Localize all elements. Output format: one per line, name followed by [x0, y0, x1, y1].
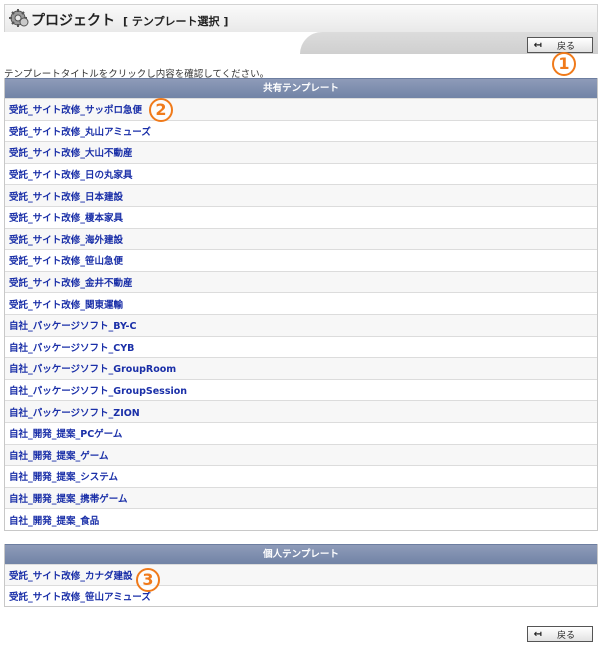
callout-marker: 1 — [552, 52, 576, 76]
template-link[interactable]: 受託_サイト改修_大山不動産 — [9, 145, 133, 159]
page-header: プロジェクト [ テンプレート選択 ] — [4, 4, 598, 32]
page-title-text: プロジェクト — [31, 13, 115, 29]
template-row: 受託_サイト改修_笹山アミューズ — [5, 585, 597, 606]
template-link[interactable]: 自社_開発_提案_システム — [9, 469, 118, 483]
template-row: 受託_サイト改修_関東運輸 — [5, 292, 597, 314]
shared-template-table: 共有テンプレート 受託_サイト改修_サッポロ急便 受託_サイト改修_丸山アミューズ… — [4, 78, 598, 531]
template-row: 受託_サイト改修_金井不動産 — [5, 270, 597, 293]
back-button-top[interactable]: ↤ 戻る — [527, 37, 593, 53]
template-link[interactable]: 自社_パッケージソフト_BY-C — [9, 318, 136, 332]
template-link[interactable]: 自社_パッケージソフト_GroupSession — [9, 383, 187, 397]
template-row: 自社_パッケージソフト_GroupSession — [5, 378, 597, 401]
back-button-label: 戻る — [556, 41, 575, 52]
template-row: 受託_サイト改修_大山不動産 — [5, 141, 597, 163]
template-link[interactable]: 受託_サイト改修_日本建設 — [9, 189, 123, 203]
back-button-label: 戻る — [556, 630, 575, 641]
template-link[interactable]: 自社_開発_提案_携帯ゲーム — [9, 491, 127, 505]
project-gear-icon — [9, 9, 29, 27]
template-link[interactable]: 受託_サイト改修_笹山アミューズ — [9, 589, 151, 603]
shared-template-heading: 共有テンプレート — [5, 78, 597, 98]
page-subtitle: [ テンプレート選択 ] — [123, 15, 229, 28]
callout-marker: 2 — [149, 98, 173, 122]
template-row: 自社_開発_提案_食品 — [5, 508, 597, 530]
template-link[interactable]: 受託_サイト改修_海外建設 — [9, 232, 123, 246]
template-row: 自社_開発_提案_システム — [5, 465, 597, 487]
template-link[interactable]: 自社_パッケージソフト_GroupRoom — [9, 361, 176, 375]
template-row: 受託_サイト改修_丸山アミューズ — [5, 119, 597, 142]
callout-marker: 3 — [136, 568, 160, 592]
template-link[interactable]: 自社_開発_提案_PCゲーム — [9, 426, 122, 440]
template-row: 受託_サイト改修_笹山急便 — [5, 249, 597, 271]
template-row: 受託_サイト改修_カナダ建設 — [5, 564, 597, 585]
template-link[interactable]: 受託_サイト改修_笹山急便 — [9, 253, 123, 267]
template-row: 自社_パッケージソフト_CYB — [5, 335, 597, 358]
template-link[interactable]: 自社_開発_提案_食品 — [9, 513, 99, 527]
template-link[interactable]: 受託_サイト改修_日の丸家具 — [9, 167, 133, 181]
back-arrow-icon: ↤ — [533, 628, 543, 640]
template-row: 自社_パッケージソフト_ZION — [5, 400, 597, 422]
page-title: プロジェクト [ テンプレート選択 ] — [31, 10, 228, 30]
back-arrow-icon: ↤ — [533, 39, 543, 51]
template-row: 自社_パッケージソフト_GroupRoom — [5, 357, 597, 379]
back-button-bottom[interactable]: ↤ 戻る — [527, 626, 593, 642]
template-link[interactable]: 受託_サイト改修_カナダ建設 — [9, 568, 133, 582]
template-row: 受託_サイト改修_榎本家具 — [5, 205, 597, 228]
template-link[interactable]: 自社_パッケージソフト_CYB — [9, 340, 134, 354]
template-row: 自社_開発_提案_PCゲーム — [5, 421, 597, 444]
personal-template-heading: 個人テンプレート — [5, 544, 597, 564]
template-row: 受託_サイト改修_海外建設 — [5, 227, 597, 250]
template-link[interactable]: 自社_パッケージソフト_ZION — [9, 405, 140, 419]
template-row: 受託_サイト改修_サッポロ急便 — [5, 98, 597, 120]
personal-template-table: 個人テンプレート 受託_サイト改修_カナダ建設受託_サイト改修_笹山アミューズ — [4, 544, 598, 607]
template-link[interactable]: 受託_サイト改修_榎本家具 — [9, 210, 123, 224]
template-row: 受託_サイト改修_日本建設 — [5, 184, 597, 206]
template-link[interactable]: 受託_サイト改修_関東運輸 — [9, 297, 123, 311]
template-link[interactable]: 受託_サイト改修_金井不動産 — [9, 275, 133, 289]
template-link[interactable]: 受託_サイト改修_サッポロ急便 — [9, 102, 142, 116]
template-row: 受託_サイト改修_日の丸家具 — [5, 162, 597, 185]
template-row: 自社_パッケージソフト_BY-C — [5, 313, 597, 336]
tab-bar — [4, 32, 598, 54]
template-row: 自社_開発_提案_ゲーム — [5, 443, 597, 466]
template-row: 自社_開発_提案_携帯ゲーム — [5, 486, 597, 509]
template-link[interactable]: 受託_サイト改修_丸山アミューズ — [9, 124, 151, 138]
template-link[interactable]: 自社_開発_提案_ゲーム — [9, 448, 108, 462]
